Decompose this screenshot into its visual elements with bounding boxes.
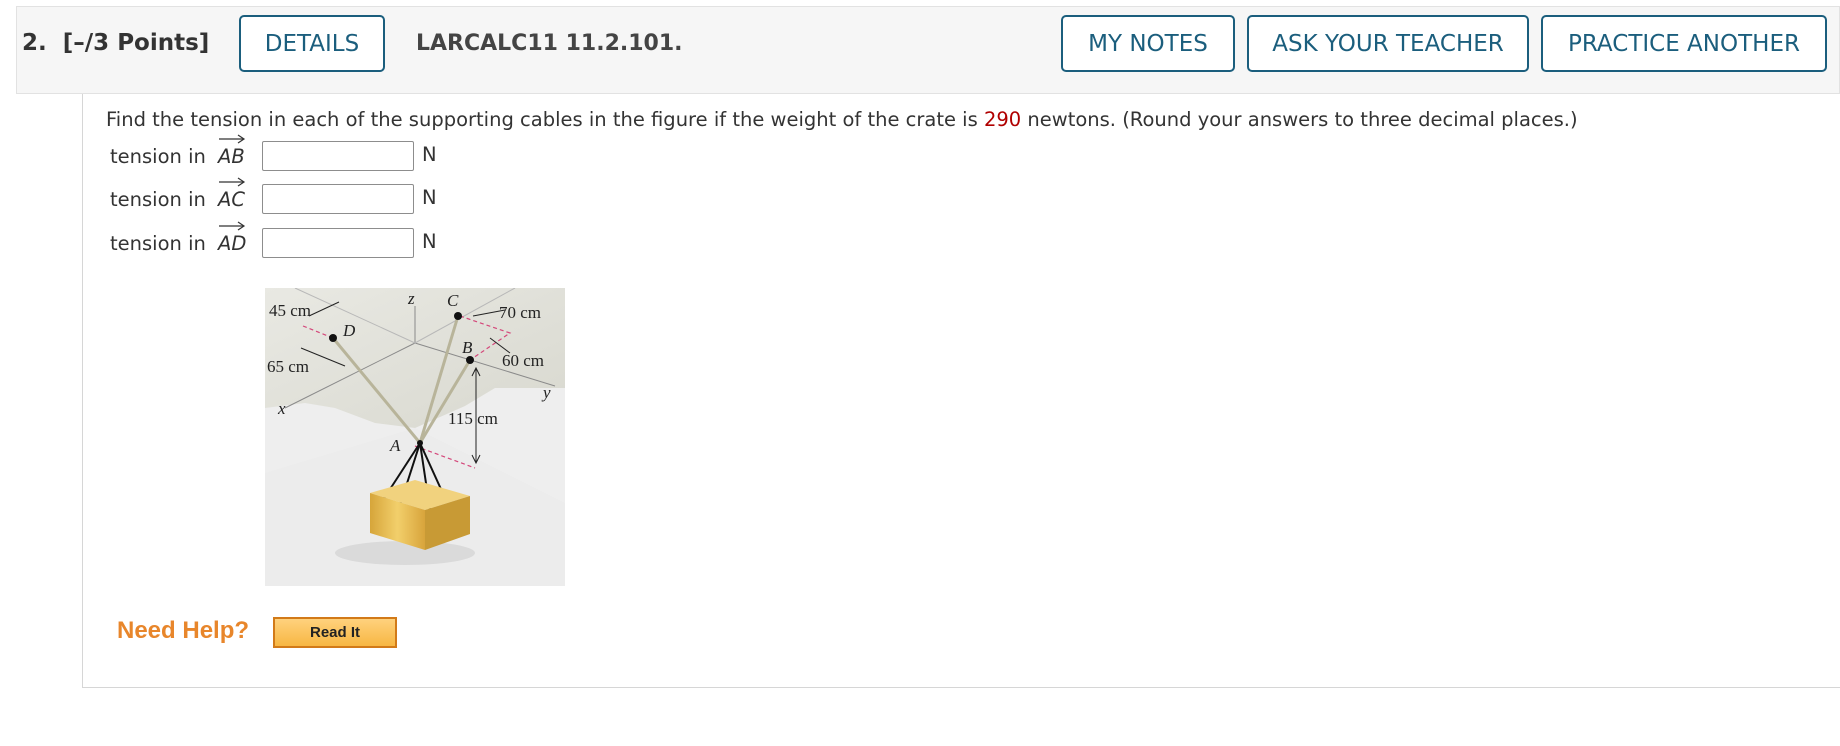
point-b (466, 356, 474, 364)
question-number-text: 2. (22, 30, 47, 56)
row-label: tension in (110, 145, 206, 168)
tension-ac-input[interactable] (262, 184, 414, 214)
label-60cm: 60 cm (502, 351, 544, 370)
vector-name: AD (218, 232, 247, 255)
label-65cm: 65 cm (267, 357, 309, 376)
label-70cm: 70 cm (499, 303, 541, 322)
need-help-label: Need Help? (117, 617, 250, 644)
label-x: x (277, 399, 286, 418)
tension-ad-input[interactable] (262, 228, 414, 258)
details-button[interactable]: DETAILS (239, 15, 385, 72)
vector-name: AC (218, 188, 245, 211)
prompt-text-start: Find the tension in each of the supporti… (106, 108, 984, 131)
practice-another-button[interactable]: PRACTICE ANOTHER (1541, 15, 1827, 72)
my-notes-button[interactable]: MY NOTES (1061, 15, 1235, 72)
unit-label: N (422, 186, 437, 209)
row-label: tension in (110, 232, 206, 255)
vector-arrow-icon (219, 134, 246, 144)
crate-shadow (335, 541, 475, 565)
point-c (454, 312, 462, 320)
weight-value: 290 (983, 108, 1022, 131)
crate-cables-figure: 45 cm 70 cm 65 cm 60 cm 115 cm C D B A x… (265, 288, 565, 586)
prompt-text-end: newtons. (Round your answers to three de… (1021, 108, 1578, 131)
label-a: A (389, 436, 401, 455)
label-115cm: 115 cm (448, 409, 498, 428)
label-y: y (541, 383, 551, 402)
row-label: tension in (110, 188, 206, 211)
read-it-button[interactable]: Read It (273, 617, 397, 648)
label-z: z (407, 289, 415, 308)
vector-name: AB (218, 145, 245, 168)
vector-arrow-icon (219, 221, 246, 231)
tension-ab-input[interactable] (262, 141, 414, 171)
label-c: C (447, 291, 459, 310)
question-id: LARCALC11 11.2.101. (416, 31, 683, 56)
label-b: B (462, 338, 473, 357)
vector-arrow-icon (219, 177, 246, 187)
ask-your-teacher-button[interactable]: ASK YOUR TEACHER (1247, 15, 1529, 72)
label-45cm: 45 cm (269, 301, 311, 320)
label-d: D (342, 321, 356, 340)
unit-label: N (422, 143, 437, 166)
question-prompt: Find the tension in each of the supporti… (106, 108, 1578, 131)
question-number: 2. [–/3 Points] (22, 30, 209, 56)
point-d (329, 334, 337, 342)
points-label: [–/3 Points] (62, 30, 210, 56)
unit-label: N (422, 230, 437, 253)
